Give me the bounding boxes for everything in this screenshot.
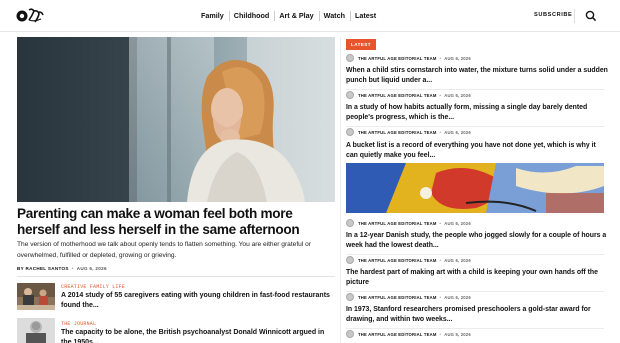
article-byline: THE ARTFUL AGE EDITORIAL TEAM • AUG 5, 202…	[346, 330, 471, 338]
list-item-thumbnail[interactable]	[17, 283, 55, 310]
search-icon[interactable]	[585, 10, 597, 22]
article-author[interactable]: THE ARTFUL AGE EDITORIAL TEAM	[358, 295, 437, 300]
header-divider	[574, 9, 575, 23]
list-item-category[interactable]: CREATIVE FAMILY LIFE	[61, 284, 125, 290]
author-avatar	[346, 128, 354, 136]
author-avatar	[346, 91, 354, 99]
divider	[346, 254, 604, 255]
article-byline: THE ARTFUL AGE EDITORIAL TEAM • AUG 6, 202…	[346, 128, 471, 136]
article-title[interactable]: When a child stirs cornstarch into water…	[346, 66, 608, 85]
hero-image[interactable]	[17, 37, 335, 202]
hero-title[interactable]: Parenting can make a woman feel both mor…	[17, 206, 337, 238]
article-date: AUG 6, 2026	[444, 92, 471, 98]
nav-latest[interactable]: Latest	[349, 0, 381, 32]
article-image[interactable]	[346, 163, 604, 213]
article-date: AUG 6, 2026	[444, 220, 471, 226]
nav-family[interactable]: Family	[196, 0, 229, 32]
article-title[interactable]: The hardest part of making art with a ch…	[346, 268, 608, 287]
hero-excerpt: The version of motherhood we talk about …	[17, 241, 311, 259]
divider	[346, 126, 604, 127]
article-author[interactable]: THE ARTFUL AGE EDITORIAL TEAM	[358, 93, 437, 98]
site-logo[interactable]	[16, 5, 48, 27]
divider	[346, 291, 604, 292]
nav-art-play[interactable]: Art & Play	[274, 0, 318, 32]
article-date: AUG 6, 2026	[444, 129, 471, 135]
subscribe-link[interactable]: SUBSCRIBE	[534, 12, 572, 18]
latest-tag: LATEST	[346, 39, 376, 50]
article-author[interactable]: THE ARTFUL AGE EDITORIAL TEAM	[358, 130, 437, 135]
column-divider	[340, 37, 341, 343]
article-byline: THE ARTFUL AGE EDITORIAL TEAM • AUG 6, 202…	[346, 219, 471, 227]
article-title[interactable]: A bucket list is a record of everything …	[346, 141, 608, 160]
article-byline: THE ARTFUL AGE EDITORIAL TEAM • AUG 6, 202…	[346, 256, 471, 264]
article-date: AUG 6, 2026	[444, 257, 471, 263]
article-byline: THE ARTFUL AGE EDITORIAL TEAM • AUG 6, 202…	[346, 293, 471, 301]
author-avatar	[346, 219, 354, 227]
main-nav: Family Childhood Art & Play Watch Latest	[196, 0, 381, 32]
author-avatar	[346, 293, 354, 301]
nav-childhood[interactable]: Childhood	[228, 0, 275, 32]
nav-watch[interactable]: Watch	[318, 0, 350, 32]
site-header: Family Childhood Art & Play Watch Latest…	[0, 0, 620, 32]
divider	[346, 328, 604, 329]
hero-author[interactable]: BY RACHEL SANTOS	[17, 266, 69, 271]
author-avatar	[346, 256, 354, 264]
list-item-title[interactable]: The capacity to be alone, the British ps…	[61, 328, 331, 343]
article-title[interactable]: In a 12-year Danish study, the people wh…	[346, 231, 608, 250]
article-author[interactable]: THE ARTFUL AGE EDITORIAL TEAM	[358, 56, 437, 61]
article-author[interactable]: THE ARTFUL AGE EDITORIAL TEAM	[358, 258, 437, 263]
author-avatar	[346, 330, 354, 338]
article-date: AUG 6, 2026	[444, 294, 471, 300]
list-item-title[interactable]: A 2014 study of 55 caregivers eating wit…	[61, 291, 331, 310]
list-item-category[interactable]: THE JOURNAL	[61, 321, 96, 327]
article-byline: THE ARTFUL AGE EDITORIAL TEAM • AUG 6, 202…	[346, 54, 471, 62]
article-author[interactable]: THE ARTFUL AGE EDITORIAL TEAM	[358, 221, 437, 226]
author-avatar	[346, 54, 354, 62]
article-date: AUG 5, 2026	[444, 331, 471, 337]
divider	[346, 89, 604, 90]
divider	[17, 276, 335, 277]
article-date: AUG 6, 2026	[444, 55, 471, 61]
hero-byline: BY RACHEL SANTOS • AUG 6, 2026	[17, 266, 107, 271]
list-item-thumbnail[interactable]	[17, 318, 55, 343]
article-author[interactable]: THE ARTFUL AGE EDITORIAL TEAM	[358, 332, 437, 337]
article-byline: THE ARTFUL AGE EDITORIAL TEAM • AUG 6, 202…	[346, 91, 471, 99]
hero-date: AUG 6, 2026	[76, 266, 107, 271]
article-title[interactable]: In 1973, Stanford researchers promised p…	[346, 305, 608, 324]
article-title[interactable]: In a study of how habits actually form, …	[346, 103, 608, 122]
